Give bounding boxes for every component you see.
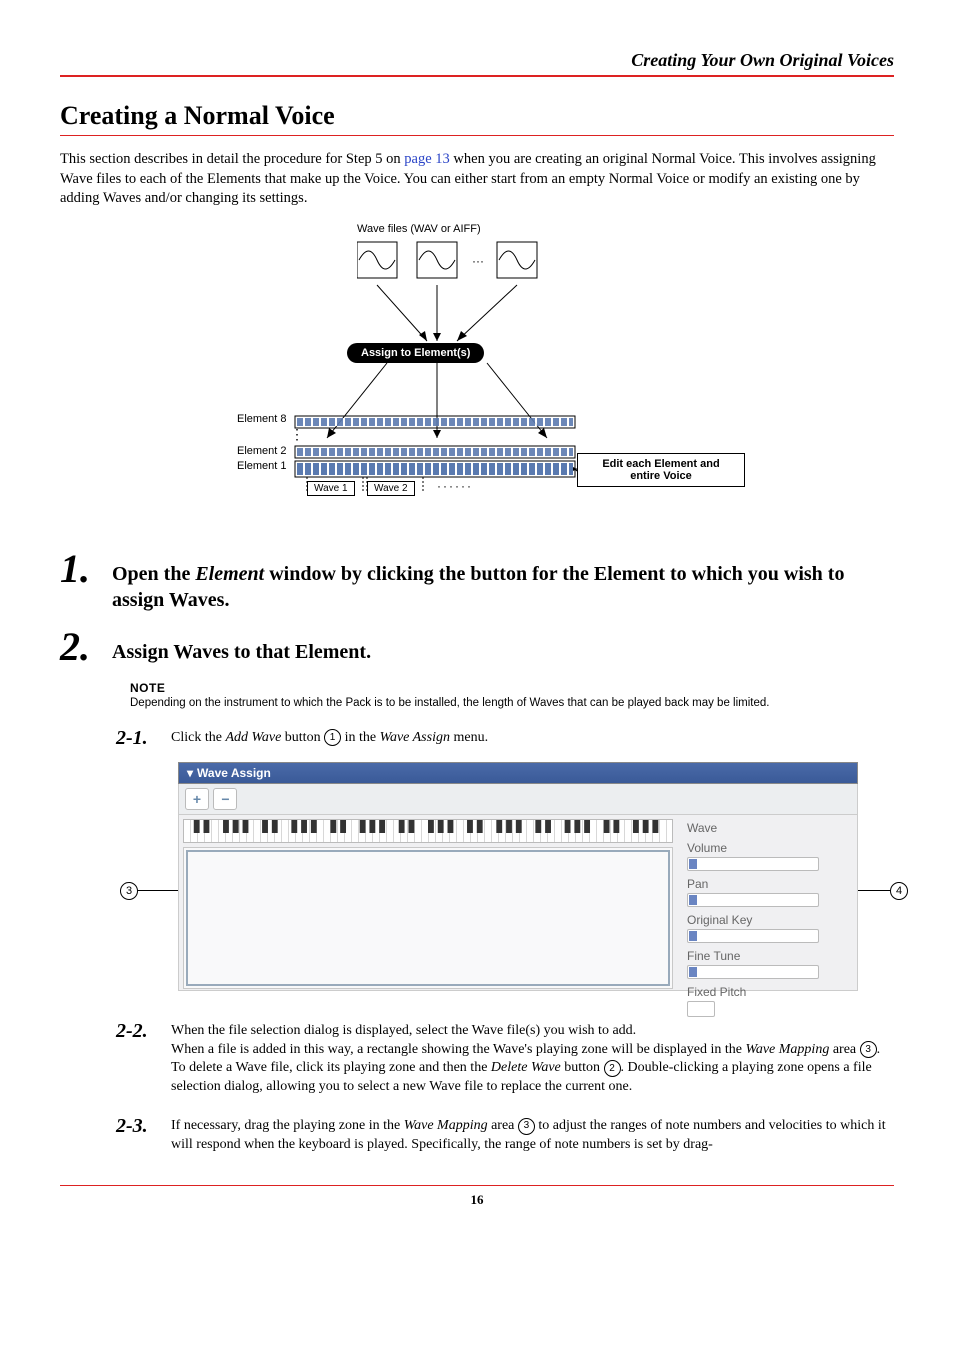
circled-3-inline-b: 3 bbox=[518, 1118, 535, 1135]
s21-b: button bbox=[281, 730, 324, 745]
callout-4: 4 bbox=[890, 882, 908, 900]
substep-2-3-text: If necessary, drag the playing zone in t… bbox=[171, 1115, 894, 1155]
step-2-number: 2. bbox=[60, 627, 104, 667]
substep-2-1-text: Click the Add Wave button 1 in the Wave … bbox=[171, 727, 488, 748]
intro-paragraph: This section describes in detail the pro… bbox=[60, 150, 894, 209]
note-label: NOTE bbox=[130, 681, 894, 695]
wave-files-label: Wave files (WAV or AIFF) bbox=[357, 223, 481, 235]
delete-wave-button[interactable]: − bbox=[213, 788, 237, 810]
page-link[interactable]: page 13 bbox=[404, 151, 450, 167]
pan-slider[interactable] bbox=[687, 893, 819, 907]
wave-assign-panel: ▾ Wave Assign + − bbox=[178, 762, 858, 991]
original-key-slider[interactable] bbox=[687, 929, 819, 943]
fine-tune-slider[interactable] bbox=[687, 965, 819, 979]
pan-label: Pan bbox=[687, 877, 847, 891]
s22-em1: Wave Mapping bbox=[745, 1042, 829, 1057]
substep-2-2-text: When the file selection dialog is displa… bbox=[171, 1020, 894, 1098]
s23-a: If necessary, drag the playing zone in t… bbox=[171, 1118, 404, 1133]
edit-each-element-box: Edit each Element and entire Voice bbox=[577, 453, 745, 487]
callout-4-num: 4 bbox=[890, 882, 908, 900]
step-1-text: Open the Element window by clicking the … bbox=[112, 549, 894, 613]
s21-em2: Wave Assign bbox=[380, 730, 450, 745]
wave-assign-screenshot: 1 2 3 4 ▾Wave Assign + − bbox=[120, 762, 910, 1002]
add-wave-button[interactable]: + bbox=[185, 788, 209, 810]
svg-text:······: ······ bbox=[437, 479, 473, 493]
wave-assign-title: Wave Assign bbox=[197, 766, 271, 780]
wave2-label: Wave 2 bbox=[367, 481, 415, 496]
substep-2-3: 2-3. If necessary, drag the playing zone… bbox=[116, 1115, 894, 1155]
step-1-text-em: Element bbox=[195, 563, 264, 585]
s22-line1: When the file selection dialog is displa… bbox=[171, 1023, 636, 1038]
circled-2-inline: 2 bbox=[604, 1060, 621, 1077]
substep-2-1-number: 2-1. bbox=[116, 727, 161, 750]
element1-label: Element 1 bbox=[237, 460, 287, 472]
fixed-pitch-checkbox[interactable] bbox=[687, 1001, 715, 1017]
wave-label: Wave bbox=[687, 821, 847, 835]
s22-em2: Delete Wave bbox=[491, 1060, 561, 1075]
s21-d: menu. bbox=[450, 730, 488, 745]
voice-diagram: Wave files (WAV or AIFF) ··· bbox=[177, 223, 777, 523]
step-2-text: Assign Waves to that Element. bbox=[112, 627, 371, 665]
substep-2-1: 2-1. Click the Add Wave button 1 in the … bbox=[116, 727, 894, 750]
substep-2-2: 2-2. When the file selection dialog is d… bbox=[116, 1020, 894, 1098]
callout-3: 3 bbox=[120, 882, 138, 900]
callout-3-num: 3 bbox=[120, 882, 138, 900]
element8-label: Element 8 bbox=[237, 413, 287, 425]
s22-b: area bbox=[829, 1042, 859, 1057]
page-footer: 16 bbox=[60, 1185, 894, 1208]
step-2: 2. Assign Waves to that Element. bbox=[60, 627, 894, 667]
original-key-label: Original Key bbox=[687, 913, 847, 927]
assign-to-elements-label: Assign to Element(s) bbox=[347, 343, 484, 363]
s23-b: area bbox=[488, 1118, 518, 1133]
volume-slider[interactable] bbox=[687, 857, 819, 871]
s22-d: button bbox=[561, 1060, 604, 1075]
s21-em1: Add Wave bbox=[225, 730, 281, 745]
fixed-pitch-label: Fixed Pitch bbox=[687, 985, 847, 999]
wave-shapes: ··· bbox=[357, 237, 577, 290]
playing-zone-outline[interactable] bbox=[186, 850, 670, 986]
svg-text:···: ··· bbox=[472, 254, 484, 268]
s23-em: Wave Mapping bbox=[404, 1118, 488, 1133]
svg-text:⋮: ⋮ bbox=[290, 426, 304, 442]
element2-label: Element 2 bbox=[237, 445, 287, 457]
s22-a: When a file is added in this way, a rect… bbox=[171, 1042, 745, 1057]
wave-properties-panel: Wave Volume Pan Original Key bbox=[677, 815, 857, 990]
step-1-number: 1. bbox=[60, 549, 104, 589]
wave-mapping-grid[interactable] bbox=[183, 847, 673, 989]
wave1-label: Wave 1 bbox=[307, 481, 355, 496]
page-number: 16 bbox=[471, 1192, 484, 1207]
note-text: Depending on the instrument to which the… bbox=[130, 697, 894, 709]
wave-mapping-area[interactable] bbox=[179, 815, 677, 990]
s21-c: in the bbox=[341, 730, 380, 745]
piano-ruler bbox=[183, 819, 673, 843]
note-block: NOTE Depending on the instrument to whic… bbox=[130, 681, 894, 709]
substep-2-3-number: 2-3. bbox=[116, 1115, 161, 1138]
fine-tune-label: Fine Tune bbox=[687, 949, 847, 963]
volume-label: Volume bbox=[687, 841, 847, 855]
collapse-triangle-icon[interactable]: ▾ bbox=[187, 766, 193, 780]
circled-3-inline: 3 bbox=[860, 1041, 877, 1058]
wave-assign-header[interactable]: ▾ Wave Assign bbox=[178, 762, 858, 784]
substep-2-2-number: 2-2. bbox=[116, 1020, 161, 1043]
step-1: 1. Open the Element window by clicking t… bbox=[60, 549, 894, 613]
wave-assign-toolbar: + − bbox=[178, 784, 858, 814]
intro-text-1: This section describes in detail the pro… bbox=[60, 151, 404, 167]
step-1-text-a: Open the bbox=[112, 563, 195, 585]
s21-a: Click the bbox=[171, 730, 225, 745]
running-header: Creating Your Own Original Voices bbox=[60, 50, 894, 71]
section-title: Creating a Normal Voice bbox=[60, 101, 894, 131]
circled-1-inline: 1 bbox=[324, 729, 341, 746]
